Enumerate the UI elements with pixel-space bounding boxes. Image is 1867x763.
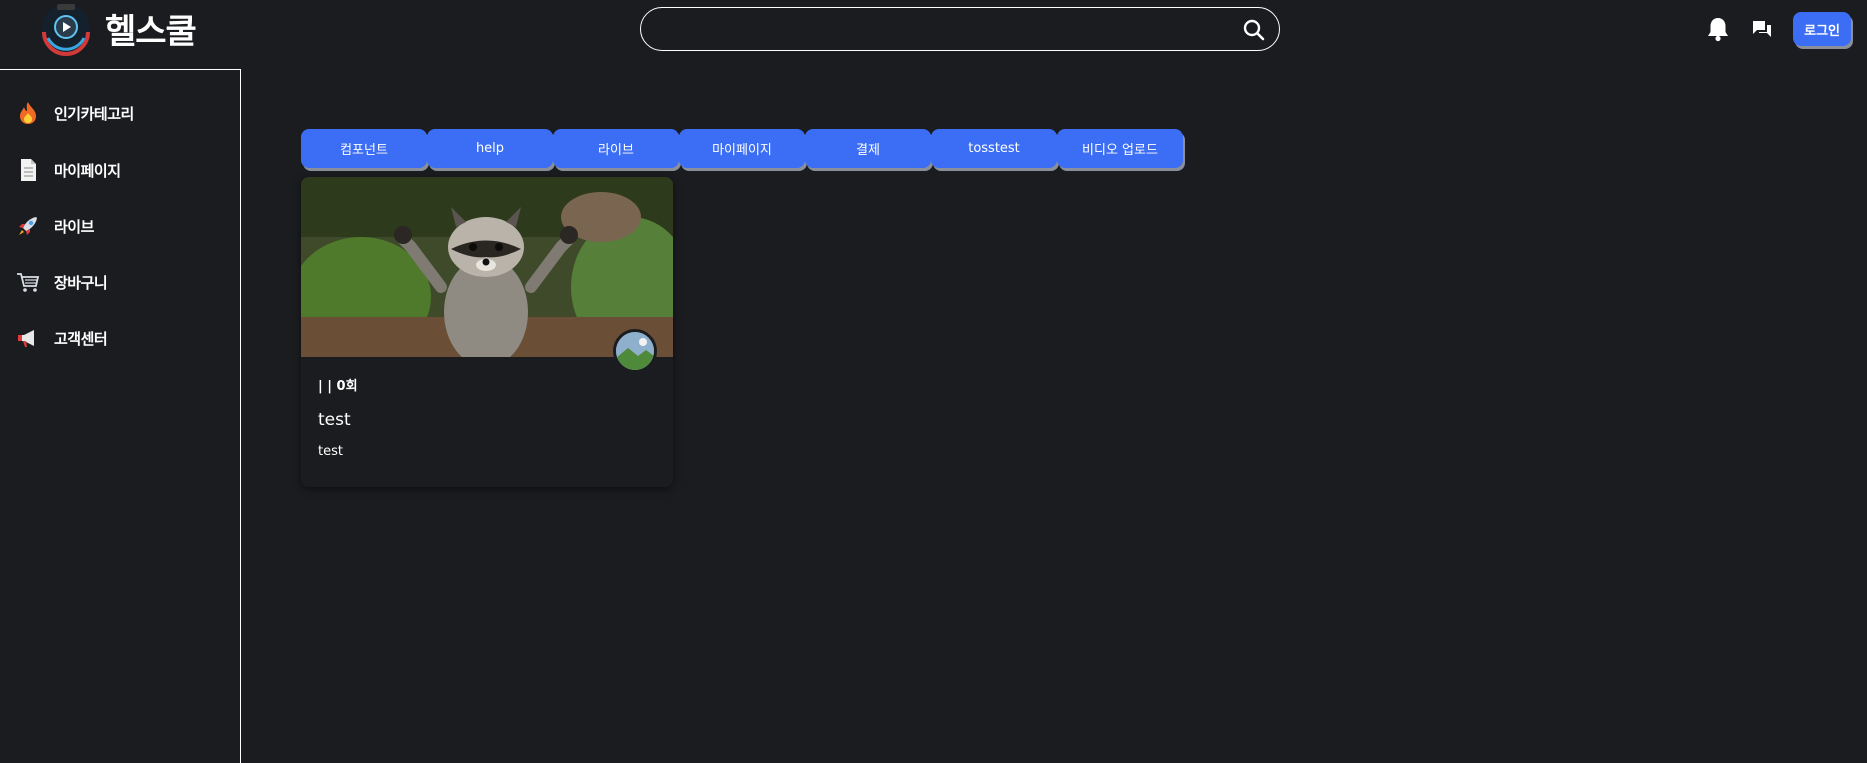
channel-avatar[interactable] bbox=[613, 329, 657, 373]
sidebar-item-label: 마이페이지 bbox=[54, 161, 121, 180]
sidebar-item-live[interactable]: 라이브 bbox=[16, 209, 94, 243]
rocket-icon bbox=[16, 214, 40, 238]
sidebar-item-customer-center[interactable]: 고객센터 bbox=[16, 321, 108, 355]
video-description: test bbox=[318, 444, 343, 459]
fire-icon bbox=[16, 101, 40, 125]
logo[interactable]: 헬스쿨 bbox=[35, 0, 197, 56]
search-bar bbox=[640, 7, 1280, 51]
sidebar-item-popular-category[interactable]: 인기카테고리 bbox=[16, 96, 134, 130]
category-tabs: 컴포넌트 help 라이브 마이페이지 결제 tosstest 비디오 업로드 bbox=[301, 129, 1183, 168]
sidebar-item-label: 라이브 bbox=[54, 217, 94, 236]
logo-text: 헬스쿨 bbox=[105, 11, 197, 52]
tab-mypage[interactable]: 마이페이지 bbox=[679, 129, 805, 168]
search-icon[interactable] bbox=[1241, 17, 1267, 43]
sidebar-item-cart[interactable]: 장바구니 bbox=[16, 265, 108, 299]
sidebar-item-label: 인기카테고리 bbox=[54, 104, 134, 123]
video-title[interactable]: test bbox=[318, 410, 351, 430]
sidebar: 인기카테고리 마이페이지 라이브 장바구니 고객센터 bbox=[0, 69, 241, 763]
sidebar-item-label: 장바구니 bbox=[54, 273, 108, 292]
login-button[interactable]: 로그인 bbox=[1793, 12, 1851, 46]
header-actions: 로그인 bbox=[1705, 12, 1851, 46]
tab-payment[interactable]: 결제 bbox=[805, 129, 931, 168]
cart-icon bbox=[16, 270, 40, 294]
video-thumbnail[interactable] bbox=[301, 177, 673, 357]
tab-video-upload[interactable]: 비디오 업로드 bbox=[1057, 129, 1183, 168]
video-meta: | | 0회 bbox=[318, 379, 358, 394]
bell-icon[interactable] bbox=[1705, 16, 1731, 42]
tab-help[interactable]: help bbox=[427, 129, 553, 168]
tab-live[interactable]: 라이브 bbox=[553, 129, 679, 168]
tab-component[interactable]: 컴포넌트 bbox=[301, 129, 427, 168]
tab-tosstest[interactable]: tosstest bbox=[931, 129, 1057, 168]
search-input[interactable] bbox=[659, 16, 1219, 44]
logo-icon bbox=[35, 0, 97, 56]
sidebar-item-label: 고객센터 bbox=[54, 329, 108, 348]
sidebar-item-mypage[interactable]: 마이페이지 bbox=[16, 153, 121, 187]
document-icon bbox=[16, 158, 40, 182]
top-header: 헬스쿨 로그인 bbox=[0, 0, 1867, 58]
video-card[interactable]: | | 0회 test test bbox=[301, 177, 673, 487]
chat-icon[interactable] bbox=[1749, 16, 1775, 42]
megaphone-icon bbox=[16, 326, 40, 350]
